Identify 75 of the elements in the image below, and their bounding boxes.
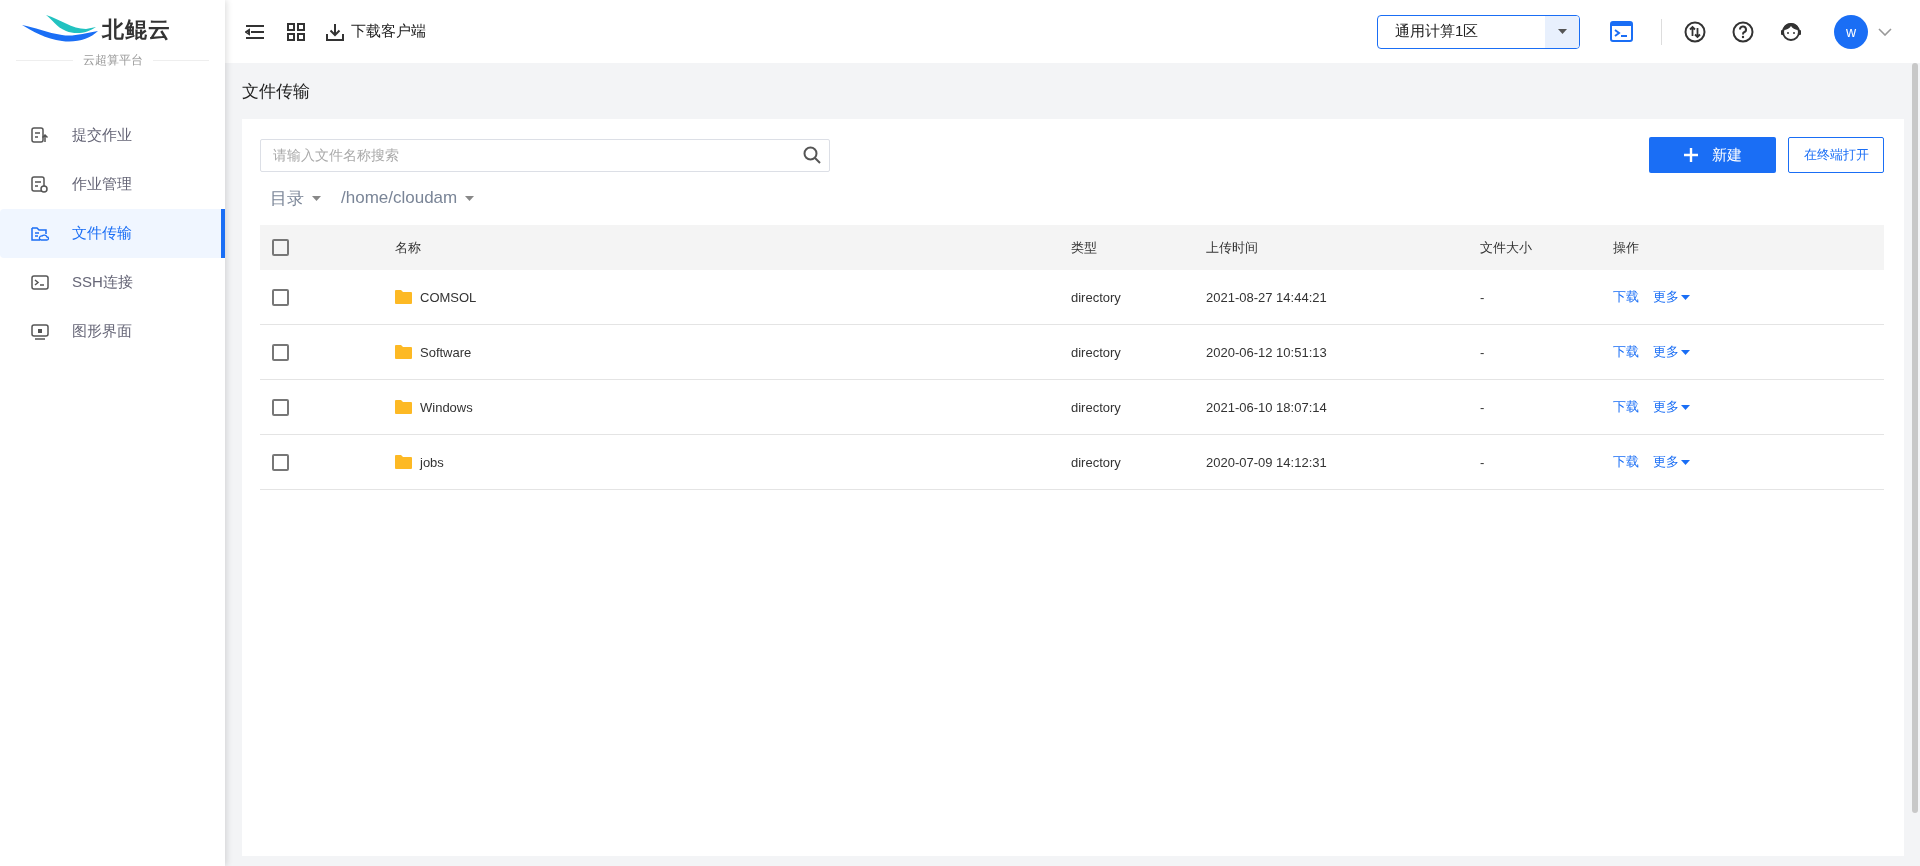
download-link[interactable]: 下载 [1613, 288, 1639, 306]
file-name[interactable]: Software [420, 344, 472, 360]
sidebar-item[interactable]: 图形界面 [0, 307, 225, 356]
transfer-icon[interactable] [1684, 20, 1706, 43]
logo-tagline: 云超算平台 [82, 52, 143, 69]
caret-icon [1557, 29, 1567, 34]
folder-icon [395, 400, 412, 414]
user-avatar[interactable]: w [1834, 14, 1868, 49]
page-title: 文件传输 [242, 80, 311, 103]
desktop-icon [30, 321, 50, 342]
download-icon [325, 21, 345, 42]
breadcrumb-dropdown[interactable]: 目录 [270, 186, 321, 210]
file-name[interactable]: jobs [420, 454, 444, 470]
column-header: 文件大小 [1480, 238, 1533, 257]
terminal-icon [30, 272, 50, 293]
more-dropdown[interactable]: 更多 [1653, 453, 1690, 471]
breadcrumb-dropdown[interactable]: /home/cloudam [341, 188, 475, 208]
more-dropdown[interactable]: 更多 [1653, 343, 1690, 361]
folder-icon [395, 345, 412, 359]
download-link[interactable]: 下载 [1613, 453, 1639, 471]
table-cell-text: - [1480, 399, 1486, 415]
table-cell-text: - [1480, 454, 1486, 470]
sidebar-item[interactable]: 提交作业 [0, 111, 225, 160]
table-cell-text: 2021-08-27 14:44:21 [1206, 289, 1328, 305]
help-icon[interactable] [1732, 20, 1754, 43]
download-link[interactable]: 下载 [1613, 343, 1639, 361]
column-header: 上传时间 [1206, 238, 1259, 257]
chevron-down-icon[interactable] [1878, 27, 1892, 36]
caret-icon [1681, 349, 1690, 355]
logo-text: 北鲲云 [102, 16, 171, 44]
more-dropdown[interactable]: 更多 [1653, 398, 1690, 416]
apps-grid-icon[interactable] [287, 22, 305, 41]
caret-icon [1681, 294, 1690, 300]
plus-icon [1683, 148, 1698, 162]
table-cell-text: 2020-06-12 10:51:13 [1206, 344, 1328, 360]
new-button[interactable]: 新建 [1649, 137, 1776, 173]
download-link[interactable]: 下载 [1613, 398, 1639, 416]
sidebar-item[interactable]: SSH连接 [0, 258, 225, 307]
file-name[interactable]: COMSOL [420, 289, 477, 305]
caret-icon [1681, 459, 1690, 465]
customer-support-icon[interactable] [1780, 20, 1802, 43]
table-cell-text: 2020-07-09 14:12:31 [1206, 454, 1328, 470]
table-cell-text: 2021-06-10 18:07:14 [1206, 399, 1328, 415]
sidebar-item[interactable]: 文件传输 [0, 209, 225, 258]
download-client-button[interactable]: 下载客户端 [319, 20, 432, 43]
open-in-terminal-button[interactable]: 在终端打开 [1788, 137, 1884, 173]
column-header: 名称 [395, 238, 422, 257]
table-cell-text: directory [1071, 454, 1122, 470]
table-cell-text: directory [1071, 399, 1122, 415]
checkbox[interactable] [272, 453, 289, 471]
zone-select[interactable]: 通用计算1区 [1377, 14, 1580, 49]
search-icon[interactable] [803, 145, 821, 164]
search-field[interactable]: 请输入文件名称搜索 [260, 138, 830, 172]
column-header: 类型 [1071, 238, 1098, 257]
manage-icon [30, 174, 50, 195]
caret-icon [1681, 404, 1690, 410]
table-cell-text: directory [1071, 344, 1122, 360]
table-cell-text: - [1480, 289, 1486, 305]
more-dropdown[interactable]: 更多 [1653, 288, 1690, 306]
file-name[interactable]: Windows [420, 399, 473, 415]
caret-icon [465, 195, 475, 201]
terminal-icon[interactable] [1610, 21, 1633, 42]
table-cell-text: - [1480, 344, 1486, 360]
folder-icon [395, 290, 412, 304]
checkbox[interactable] [272, 288, 289, 306]
checkbox[interactable] [272, 343, 289, 361]
checkbox[interactable] [272, 398, 289, 416]
menu-icon[interactable] [245, 23, 265, 40]
sidebar-item[interactable]: 作业管理 [0, 160, 225, 209]
checkbox[interactable] [272, 239, 289, 256]
submit-icon [30, 125, 50, 146]
caret-icon [312, 195, 321, 201]
table-cell-text: directory [1071, 289, 1122, 305]
column-header: 操作 [1613, 238, 1640, 257]
folder-icon [395, 455, 412, 469]
